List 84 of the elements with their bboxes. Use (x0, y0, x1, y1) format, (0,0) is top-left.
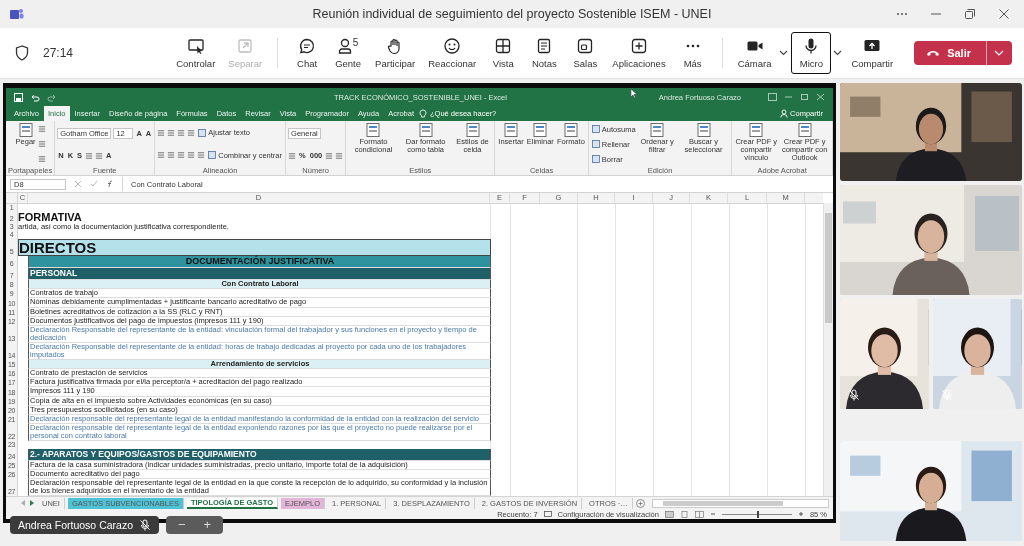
check-icon[interactable] (90, 180, 98, 188)
toolbar-button[interactable]: Micro (791, 32, 832, 74)
restore-icon[interactable] (800, 93, 809, 101)
close-icon[interactable] (816, 93, 825, 101)
lines-icon[interactable] (157, 151, 166, 160)
lines-icon[interactable] (325, 151, 334, 160)
tool-icon (198, 128, 207, 137)
caret-icon (994, 50, 1004, 56)
toolbar-button[interactable]: Notas (524, 32, 565, 74)
chat-icon (298, 37, 317, 55)
more-icon (685, 44, 700, 48)
lines-icon[interactable] (157, 128, 166, 137)
banner-cell: DIRECTOS (18, 239, 491, 257)
person-icon (337, 37, 352, 55)
mouse-pointer-icon (631, 89, 637, 98)
toolbar-button[interactable]: Salas (565, 32, 606, 74)
next-sheet-icon[interactable] (29, 500, 35, 506)
window-title: Reunión individual de seguimiento del proyecto Sostenible ISEM - UNEI (312, 7, 712, 21)
lines-icon[interactable] (177, 151, 186, 160)
cancel-icon[interactable] (74, 180, 82, 188)
lines-icon[interactable] (187, 151, 196, 160)
lightbulb-icon (419, 108, 427, 119)
table-title: DOCUMENTACIÓN JUSTIFICATIVA (28, 256, 491, 269)
toolbar-button[interactable]: Compartir (845, 32, 900, 74)
sheet-heading: FORMATIVA (18, 212, 82, 224)
meeting-timer: 27:14 (43, 46, 74, 60)
lines-icon[interactable] (167, 151, 176, 160)
section-header: PERSONAL (28, 268, 491, 281)
lines-icon[interactable] (197, 151, 206, 160)
zoom-out-icon[interactable] (709, 511, 716, 517)
lines-icon[interactable] (288, 151, 297, 160)
person-icon (780, 109, 789, 118)
minimize-icon[interactable] (784, 93, 793, 101)
toolbar-button[interactable]: Aplicaciones (606, 32, 672, 74)
toolbar-button[interactable]: Controlar (170, 32, 222, 74)
lines-icon[interactable] (37, 155, 46, 163)
restore-icon[interactable] (964, 8, 976, 20)
phone-icon (926, 49, 941, 57)
toolbar-button[interactable]: Cámara (731, 32, 778, 74)
screen-pointer-icon (186, 37, 205, 55)
lines-icon[interactable] (177, 128, 186, 137)
smiley-icon (443, 37, 462, 55)
horizontal-scrollbar[interactable] (651, 498, 829, 508)
undo-icon[interactable] (30, 92, 40, 102)
teams-logo-icon (10, 8, 24, 20)
section-header: 2.- APARATOS Y EQUIPOS/GASTOS DE EQUIPAMIENTO (28, 449, 491, 462)
vertical-scrollbar[interactable] (823, 203, 833, 496)
lines-icon[interactable] (335, 151, 344, 160)
toolbar-button[interactable]: Más (672, 32, 713, 74)
function-icon[interactable] (106, 180, 114, 188)
toolbar-button[interactable]: Reaccionar (422, 32, 483, 74)
tool-icon (208, 151, 217, 160)
redo-icon[interactable] (47, 92, 57, 102)
save-icon[interactable] (14, 92, 23, 102)
normal-view-icon[interactable] (664, 510, 674, 518)
popout-icon (236, 37, 255, 55)
caret-icon[interactable] (833, 50, 843, 56)
close-icon[interactable] (998, 8, 1010, 20)
toolbar-button[interactable]: Chat (287, 32, 328, 74)
display-settings-icon[interactable] (543, 510, 552, 518)
page-layout-icon[interactable] (679, 510, 689, 518)
rooms-icon (576, 37, 595, 55)
add-sheet-icon[interactable] (635, 498, 645, 508)
plus-icon (629, 37, 648, 55)
previous-sheet-icon[interactable] (20, 500, 26, 506)
toolbar-button[interactable]: Vista (483, 32, 524, 74)
grid-icon (494, 37, 513, 55)
participant-name: Andrea Fortuoso Carazo (18, 519, 133, 531)
lines-icon[interactable] (187, 128, 196, 137)
lines-icon[interactable] (85, 151, 94, 160)
lines-icon[interactable] (95, 151, 104, 160)
toolbar-button[interactable]: Participar (369, 32, 422, 74)
page-break-icon[interactable] (694, 510, 704, 518)
lines-icon[interactable] (37, 125, 46, 133)
zoom-in-icon[interactable] (797, 511, 804, 517)
people-button[interactable]: 5 Gente (328, 32, 369, 74)
lines-icon[interactable] (37, 140, 46, 148)
lines-icon[interactable] (167, 128, 176, 137)
zoom-button[interactable]: − (172, 517, 192, 533)
ribbon-display-icon[interactable] (768, 93, 777, 101)
shield-icon (15, 45, 29, 61)
caret-icon[interactable] (779, 50, 789, 56)
zoom-button[interactable]: + (197, 517, 218, 533)
leave-button[interactable]: Salir (914, 41, 1012, 65)
